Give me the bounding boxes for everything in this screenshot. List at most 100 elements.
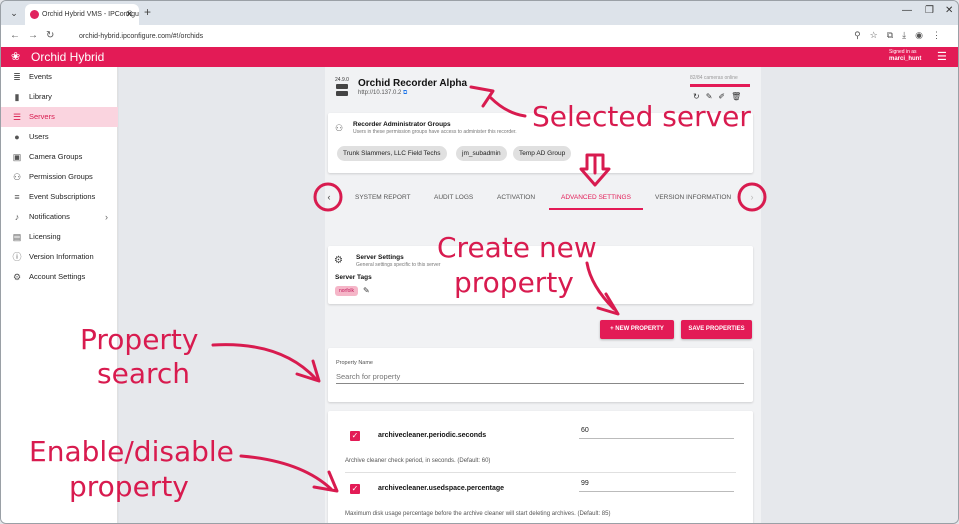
orchid-favicon-icon <box>30 10 39 19</box>
sidebar-item-library[interactable]: ▮ Library <box>1 87 118 107</box>
external-link-icon[interactable]: ⧉ <box>403 90 407 96</box>
cameras-online-bar <box>690 84 750 87</box>
server-url-text[interactable]: http://10.137.0.2 <box>358 90 401 96</box>
sidebar-item-version-information[interactable]: ⓘ Version Information <box>1 247 118 267</box>
browser-tab-title: Orchid Hybrid VMS - IPConfigu <box>42 11 139 18</box>
minimize-icon[interactable]: — <box>902 5 912 16</box>
edit-tags-icon[interactable]: ✎ <box>363 286 370 295</box>
events-icon: ≣ <box>13 72 21 82</box>
bell-icon: ♪ <box>14 212 20 222</box>
annotation-enable-disable-line2: property <box>69 470 189 503</box>
sidebar-item-label: Library <box>29 92 52 101</box>
property-name: archivecleaner.usedspace.percentage <box>378 485 505 492</box>
close-window-icon[interactable]: ✕ <box>945 5 953 16</box>
menu-icon[interactable]: ☰ <box>937 50 947 63</box>
annotation-create-new-line2: property <box>454 266 574 299</box>
annotation-create-new-line1: Create new <box>437 231 597 264</box>
back-icon[interactable]: ← <box>10 30 20 41</box>
new-tab-icon[interactable]: + <box>144 5 151 19</box>
reload-icon[interactable]: ↻ <box>46 30 54 41</box>
server-tags-label: Server Tags <box>335 274 372 281</box>
account-settings-icon: ⚙ <box>12 272 22 282</box>
sidebar-item-event-subscriptions[interactable]: ≡ Event Subscriptions <box>1 187 118 207</box>
sidebar-item-events[interactable]: ≣ Events <box>1 67 118 87</box>
browser-tab-strip: ⌄ Orchid Hybrid VMS - IPConfigu ✕ + — ❐ … <box>1 1 958 25</box>
sidebar-item-label: Version Information <box>29 252 94 261</box>
property-enable-checkbox[interactable]: ✓ <box>350 431 360 441</box>
annotation-property-search-line1: Property <box>80 323 199 356</box>
event-subscription-icon: ≡ <box>14 192 20 202</box>
annotation-enable-disable-line1: Enable/disable <box>29 435 234 468</box>
sidebar-item-label: Events <box>29 72 52 81</box>
servers-icon: ☰ <box>12 112 22 122</box>
url-text: orchid-hybrid.ipconfigure.com/#!/orchids <box>79 33 204 40</box>
browser-tab[interactable]: Orchid Hybrid VMS - IPConfigu ✕ <box>25 4 139 25</box>
tab-version-information[interactable]: VERSION INFORMATION <box>655 194 731 201</box>
property-value-input[interactable]: 60 <box>579 427 734 439</box>
sidebar-item-notifications[interactable]: ♪ Notifications › <box>1 207 118 227</box>
tab-advanced-settings[interactable]: ADVANCED SETTINGS <box>561 194 631 201</box>
property-description: Archive cleaner check period, in seconds… <box>345 458 491 464</box>
address-bar[interactable]: orchid-hybrid.ipconfigure.com/#!/orchids <box>67 29 877 44</box>
browser-window: ⌄ Orchid Hybrid VMS - IPConfigu ✕ + — ❐ … <box>0 0 959 524</box>
permission-group-icon: ⚇ <box>12 172 22 182</box>
signed-in-info: Signed in as marci_hunt <box>889 49 921 63</box>
sidebar-item-account-settings[interactable]: ⚙ Account Settings <box>1 267 118 287</box>
camera-group-icon: ▣ <box>12 152 22 162</box>
signed-in-user: marci_hunt <box>889 56 922 62</box>
property-search-input[interactable] <box>336 369 744 384</box>
sidebar-item-camera-groups[interactable]: ▣ Camera Groups <box>1 147 118 167</box>
sidebar-item-permission-groups[interactable]: ⚇ Permission Groups <box>1 167 118 187</box>
sidebar-item-servers[interactable]: ☰ Servers <box>1 107 118 127</box>
sidebar-item-label: Licensing <box>29 232 61 241</box>
group-chip[interactable]: jm_subadmin <box>456 146 507 161</box>
property-divider <box>345 472 736 473</box>
property-enable-checkbox[interactable]: ✓ <box>350 484 360 494</box>
active-tab-indicator <box>549 208 643 210</box>
browser-toolbar: ← → ↻ orchid-hybrid.ipconfigure.com/#!/o… <box>1 25 958 47</box>
browser-extension-icons[interactable]: ⚲☆⧉⤓◉⋮ <box>854 30 950 41</box>
server-settings-icon: ⚙ <box>334 255 343 266</box>
annotation-property-search-line2: search <box>97 357 191 390</box>
properties-list: ✓ archivecleaner.periodic.seconds 60 Arc… <box>328 411 753 523</box>
property-value-input[interactable]: 99 <box>579 480 734 492</box>
sidebar-item-label: Users <box>29 132 49 141</box>
close-tab-icon[interactable]: ✕ <box>125 4 133 25</box>
server-version: 24.9.0 <box>335 77 349 83</box>
tab-activation[interactable]: ACTIVATION <box>497 194 535 201</box>
group-chip[interactable]: Trunk Slammers, LLC Field Techs <box>337 146 447 161</box>
tab-audit-logs[interactable]: AUDIT LOGS <box>434 194 473 201</box>
server-settings-subtitle: General settings specific to this server <box>356 262 441 268</box>
server-icon <box>336 84 348 98</box>
save-properties-button[interactable]: SAVE PROPERTIES <box>681 320 752 339</box>
sidebar-item-label: Servers <box>29 112 55 121</box>
tab-scroll-right-icon[interactable]: › <box>746 190 758 204</box>
tab-search-chevron-icon[interactable]: ⌄ <box>7 6 21 20</box>
server-tag-chip[interactable]: norfolk <box>335 286 359 296</box>
tab-scroll-left-icon[interactable]: ‹ <box>323 190 335 204</box>
forward-icon[interactable]: → <box>28 30 38 41</box>
server-name: Orchid Recorder Alpha <box>358 78 468 89</box>
user-icon: ● <box>14 132 20 142</box>
new-property-button[interactable]: + NEW PROPERTY <box>600 320 674 339</box>
restore-icon[interactable]: ❐ <box>925 5 934 16</box>
orchid-logo-icon: ❀ <box>11 51 21 63</box>
signed-in-label: Signed in as <box>889 49 917 55</box>
license-icon: ▤ <box>12 232 22 242</box>
tab-system-report[interactable]: SYSTEM REPORT <box>355 194 411 201</box>
group-chip[interactable]: Temp AD Group <box>513 146 572 161</box>
sidebar-item-label: Event Subscriptions <box>29 192 96 201</box>
annotation-selected-server: Selected server <box>532 100 751 133</box>
cameras-online-status: 82/84 cameras online <box>690 75 738 81</box>
admin-groups-subtitle: Users in these permission groups have ac… <box>353 129 517 135</box>
info-icon: ⓘ <box>12 252 22 262</box>
sidebar-item-label: Notifications <box>29 212 70 221</box>
app-header: ❀ Orchid Hybrid Signed in as marci_hunt … <box>1 47 958 67</box>
server-url[interactable]: http://10.137.0.2 ⧉ <box>358 90 407 97</box>
sidebar-item-licensing[interactable]: ▤ Licensing <box>1 227 118 247</box>
chevron-right-icon: › <box>105 212 108 222</box>
sidebar-item-users[interactable]: ● Users <box>1 127 118 147</box>
app-title: Orchid Hybrid <box>31 50 105 64</box>
sidebar-item-label: Account Settings <box>29 272 86 281</box>
sidebar-item-label: Camera Groups <box>29 152 83 161</box>
